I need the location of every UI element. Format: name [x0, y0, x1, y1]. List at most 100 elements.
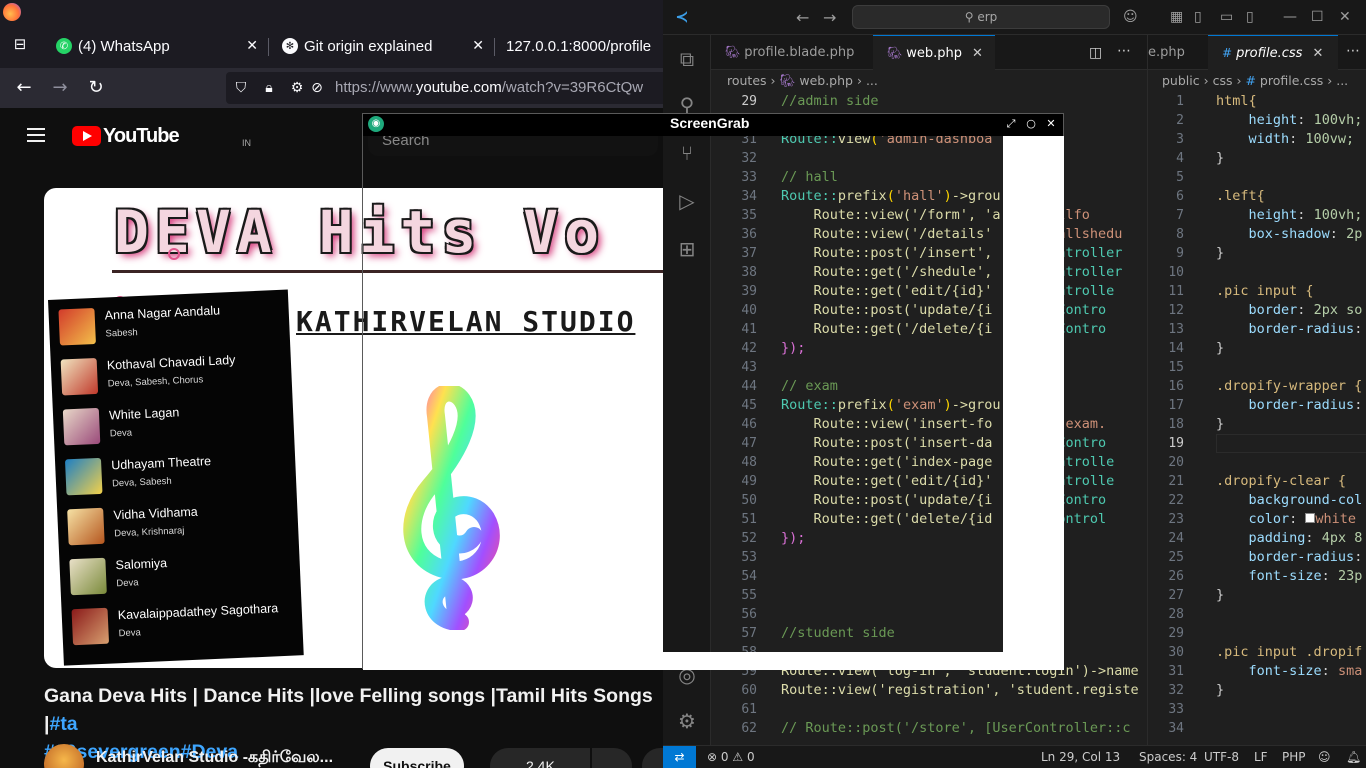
split-editor-icon[interactable]: ◫ [1089, 45, 1102, 61]
resize-icon[interactable]: ⤢ [1003, 116, 1019, 132]
song-title: Kavalaippadathey Sagothara [117, 601, 279, 623]
tab-e-php[interactable]: e.php [1134, 35, 1204, 70]
breadcrumb-item[interactable]: ... [866, 73, 878, 88]
tab-localhost-profile[interactable]: 127.0.0.1:8000/profile [496, 27, 663, 65]
minimize-icon[interactable]: — [1283, 9, 1297, 25]
playlist-item: Udhayam Theatre Deva, Sabesh [64, 445, 297, 501]
cursor-position[interactable]: Ln 29, Col 13 [1041, 750, 1120, 764]
toggle-secondary-sidebar-icon[interactable]: ▯ [1246, 9, 1254, 25]
breadcrumb-item[interactable]: web.php [799, 73, 853, 88]
permissions-icon[interactable]: ⚙ [288, 78, 306, 98]
breadcrumb-item[interactable]: profile.css [1260, 73, 1323, 88]
breadcrumb-item[interactable]: public [1162, 73, 1200, 88]
forward-icon[interactable]: → [48, 76, 72, 100]
toggle-sidebar-icon[interactable]: ▯ [1194, 9, 1202, 25]
screengrab-window[interactable]: ◉ ScreenGrab ⤢ ○ ✕ Search [362, 113, 1064, 670]
code-token: border-radius [1248, 549, 1355, 565]
lock-icon[interactable]: 🔒︎ [260, 78, 278, 98]
line-number: 16 [1168, 379, 1184, 394]
url-text[interactable]: https://www.youtube.com/watch?v=39R6CtQw [335, 79, 643, 96]
like-button[interactable]: 2.4K [490, 748, 590, 768]
song-artist: Deva [116, 577, 139, 590]
youtube-search-box[interactable]: Search [368, 136, 658, 156]
copilot-status-icon[interactable]: ☺ [1318, 750, 1331, 764]
status-bar: ⇄ ⊗ 0 ⚠ 0 Ln 29, Col 13 Spaces: 4 UTF-8 … [663, 745, 1366, 768]
screengrab-titlebar[interactable]: ◉ ScreenGrab ⤢ ○ ✕ [363, 114, 1063, 136]
close-tab-icon[interactable]: ✕ [1312, 46, 1323, 61]
share-button[interactable] [642, 748, 663, 768]
code-line: font-size: 23p [1248, 568, 1363, 584]
more-actions-icon[interactable]: ⋯ [1346, 43, 1360, 59]
code-line: } [1216, 415, 1224, 434]
code-token: 23p [1337, 568, 1363, 584]
more-actions-icon[interactable]: ⋯ [1117, 43, 1131, 59]
line-number: 13 [1168, 322, 1184, 337]
channel-name[interactable]: KathirVelan Studio -கதிர்வேல... [96, 748, 333, 768]
tracking-icon[interactable]: ⊘ [308, 78, 326, 98]
youtube-logo[interactable]: YouTube IN [72, 125, 251, 148]
tab-profile-css[interactable]: # profile.css ✕ [1208, 35, 1338, 70]
code-token: white [1315, 511, 1357, 527]
hashtag-link[interactable]: #ta [49, 713, 77, 735]
close-tab-icon[interactable]: ✕ [246, 37, 258, 54]
breadcrumb-item[interactable]: routes [727, 73, 767, 88]
indentation[interactable]: Spaces: 4 [1139, 750, 1197, 764]
line-ending[interactable]: LF [1254, 750, 1268, 764]
channel-avatar[interactable] [44, 744, 84, 768]
screengrab-app-icon: ◉ [368, 116, 384, 132]
tab-whatsapp[interactable]: ✆ (4) WhatsApp ✕ [46, 27, 268, 65]
tab-web-php[interactable]: 🐘︎ web.php ✕ [873, 35, 995, 70]
code-token: 100vh; [1313, 112, 1363, 128]
playlist-item: Salomiya Deva [69, 545, 301, 601]
toggle-panel-icon[interactable]: ▭ [1220, 9, 1233, 25]
firefox-logo-icon[interactable] [3, 3, 21, 21]
song-artist: Sabesh [105, 327, 138, 340]
firefox-titlebar [0, 0, 663, 24]
explorer-icon[interactable]: ⧉ [675, 47, 699, 71]
nav-back-icon[interactable]: ← [796, 8, 809, 27]
notifications-icon[interactable]: 🔔︎ [1346, 750, 1361, 764]
language-mode[interactable]: PHP [1282, 750, 1306, 764]
breadcrumb: public › css › # profile.css › ... [1162, 73, 1349, 88]
code-token: .pic input { [1216, 283, 1314, 299]
close-tab-icon[interactable]: ✕ [972, 46, 983, 61]
maximize-icon[interactable]: ☐ [1311, 9, 1324, 25]
shield-icon[interactable]: ⛉ [232, 78, 250, 98]
tab-profile-blade[interactable]: 🐘︎ profile.blade.php [711, 35, 871, 70]
back-icon[interactable]: ← [12, 76, 36, 100]
settings-gear-icon[interactable]: ⚙ [675, 709, 699, 733]
layout-icon[interactable]: ▦ [1170, 9, 1183, 25]
problems-indicator[interactable]: ⊗ 0 ⚠ 0 [707, 750, 755, 764]
tab-title: Git origin explained [304, 37, 433, 55]
line-number: 29 [741, 94, 757, 109]
remote-indicator-icon[interactable]: ⇄ [663, 746, 696, 768]
dislike-button[interactable] [592, 748, 632, 768]
close-tab-icon[interactable]: ✕ [472, 37, 484, 54]
menu-icon[interactable] [27, 128, 45, 142]
song-artist: Deva, Sabesh [111, 475, 172, 490]
encoding[interactable]: UTF-8 [1204, 750, 1239, 764]
album-art [71, 607, 110, 646]
copilot-icon[interactable]: ☺ [1123, 9, 1138, 25]
nav-forward-icon[interactable]: → [823, 8, 836, 27]
line-number: 12 [1168, 303, 1184, 318]
color-swatch[interactable] [1305, 513, 1316, 523]
tab-list-icon[interactable]: ⊟ [8, 32, 32, 56]
breadcrumb-item[interactable]: ... [1336, 73, 1348, 88]
line-number: 3 [1176, 132, 1184, 147]
playlist-item: Anna Nagar Aandalu Sabesh [58, 296, 290, 352]
breadcrumb-item[interactable]: css [1213, 73, 1233, 88]
code-token: border-radius [1248, 321, 1355, 337]
css-file-icon: # [1245, 73, 1256, 88]
url-bar[interactable]: ⛉ 🔒︎ ⚙ ⊘ https://www.youtube.com/watch?v… [226, 72, 663, 104]
song-title: Vidha Vidhama [113, 504, 199, 523]
record-icon[interactable]: ○ [1023, 116, 1039, 132]
close-icon[interactable]: ✕ [1043, 116, 1059, 132]
tab-git-origin[interactable]: ✻ Git origin explained ✕ [272, 27, 494, 65]
command-center[interactable]: ⚲ erp [852, 5, 1110, 29]
close-icon[interactable]: ✕ [1339, 9, 1351, 25]
code-token: height [1248, 112, 1298, 128]
subscribe-button[interactable]: Subscribe [370, 748, 464, 768]
code-line: .pic input { [1216, 282, 1314, 301]
reload-icon[interactable]: ↻ [84, 76, 108, 100]
